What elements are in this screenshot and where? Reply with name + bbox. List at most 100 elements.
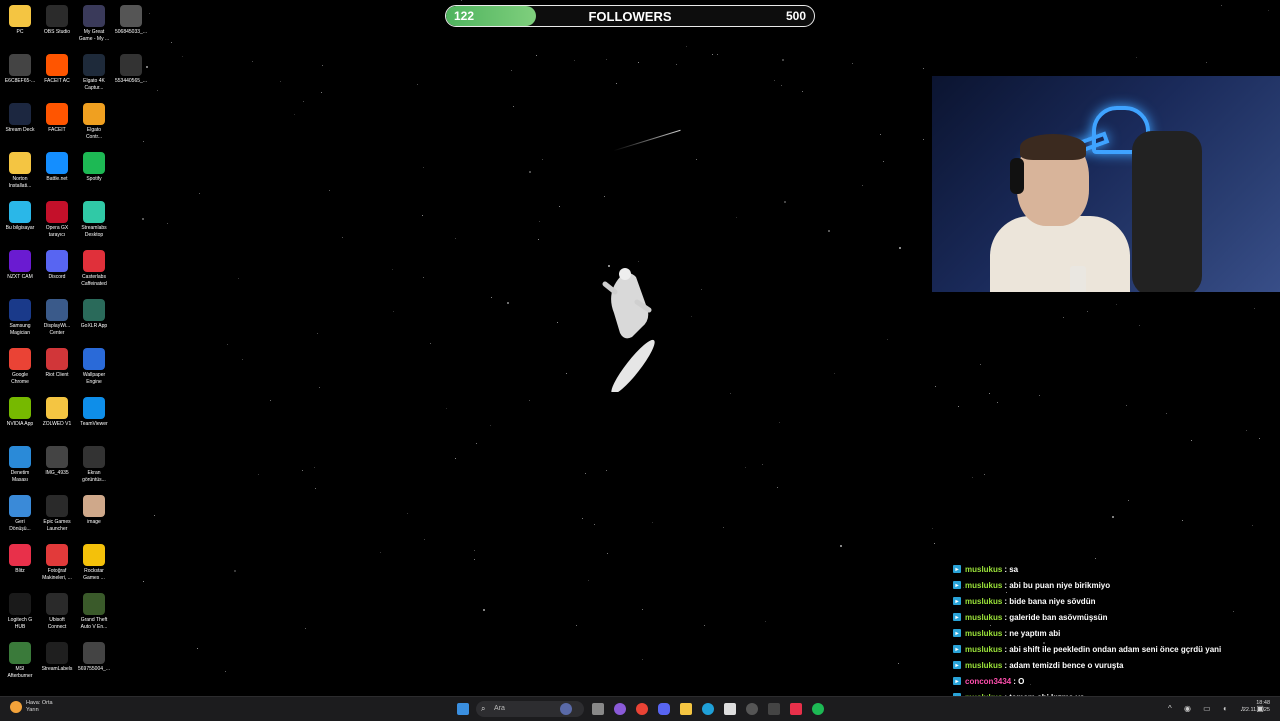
desktop-icon[interactable]: Discord <box>37 250 77 281</box>
shooting-star <box>613 129 681 152</box>
desktop-icon[interactable]: FACEIT <box>37 103 77 134</box>
star <box>528 400 530 402</box>
desktop-icon[interactable]: Ubisoft Connect <box>37 593 77 631</box>
desktop-icon[interactable]: PC <box>0 5 40 36</box>
desktop-icon[interactable]: 506845033_... <box>111 5 151 36</box>
star <box>696 158 698 160</box>
star <box>143 580 145 582</box>
desktop-icon[interactable]: Bu bilgisayar <box>0 201 40 232</box>
star <box>883 160 885 162</box>
desktop-icon[interactable]: 569755004_... <box>74 642 114 673</box>
desktop-icon[interactable]: Stream Deck <box>0 103 40 134</box>
widgets-icon[interactable] <box>560 703 572 715</box>
platform-icon: ▸ <box>953 629 961 637</box>
desktop-icon[interactable]: E6C8EF65-... <box>0 54 40 85</box>
chat-username: muslukus <box>965 612 1003 622</box>
folder-icon <box>9 5 31 27</box>
star <box>1165 413 1167 415</box>
streamer-shirt <box>990 216 1130 292</box>
desktop-icon[interactable]: Grand Theft Auto V En... <box>74 593 114 631</box>
4K-icon <box>83 54 105 76</box>
microphone <box>1070 266 1086 292</box>
desktop-icon[interactable]: Ekran görüntüs... <box>74 446 114 484</box>
chat-text: : galeride ban asövmüşsün <box>1004 612 1108 622</box>
desktop-icon[interactable]: Streamlabs Desktop <box>74 201 114 239</box>
weather-widget[interactable]: Hava: Orta Yarın <box>10 700 53 714</box>
chat-message: ▸ muslukus: ne yaptım abi <box>953 625 1273 641</box>
sl-icon <box>46 642 68 664</box>
spotify-icon[interactable] <box>812 703 824 715</box>
copilot-icon[interactable] <box>614 703 626 715</box>
chrome-icon <box>9 348 31 370</box>
desktop-icon[interactable]: Google Chrome <box>0 348 40 386</box>
start-icon[interactable] <box>457 703 469 715</box>
desktop-icon[interactable]: ZOLWED V1 <box>37 397 77 428</box>
star <box>934 543 936 545</box>
panel-icon <box>9 446 31 468</box>
desktop-icon[interactable]: Logitech G HUB <box>0 593 40 631</box>
msi-icon <box>9 642 31 664</box>
desktop-icon[interactable]: Rockstar Games ... <box>74 544 114 582</box>
desktop-icon[interactable]: Riot Client <box>37 348 77 379</box>
desktop-icon[interactable]: Battle.net <box>37 152 77 183</box>
desktop-icon[interactable]: Fotoğraf Makineleri, ... <box>37 544 77 582</box>
star <box>558 206 560 208</box>
star <box>305 627 307 629</box>
desktop-icon[interactable]: MSI Afterburner <box>0 642 40 680</box>
star <box>584 473 586 475</box>
chat-message: ▸ muslukus: abi shift ile peekledin ondan… <box>953 641 1273 657</box>
desktop-icon-label: Fotoğraf Makineleri, ... <box>42 568 72 581</box>
task-view-icon[interactable] <box>592 703 604 715</box>
desktop-icon[interactable]: NVIDIA App <box>0 397 40 428</box>
star <box>736 217 738 219</box>
desktop-icon[interactable]: Epic Games Launcher <box>37 495 77 533</box>
desktop-icon[interactable]: GoXLR App <box>74 299 114 330</box>
star <box>379 551 381 553</box>
desktop-icon[interactable]: Blitz <box>0 544 40 575</box>
obs-icon[interactable] <box>746 703 758 715</box>
star <box>1135 57 1137 59</box>
xbox-icon[interactable] <box>768 703 780 715</box>
desktop-icon[interactable]: DisplayWi... Center <box>37 299 77 337</box>
desktop-icon-label: Norton Installati... <box>8 176 32 189</box>
desktop-icon[interactable]: image <box>74 495 114 526</box>
blitz-icon[interactable] <box>790 703 802 715</box>
desktop-icon[interactable]: Geri Dönüşü... <box>0 495 40 533</box>
store-icon[interactable] <box>724 703 736 715</box>
desktop-icon-label: Ekran görüntüs... <box>82 470 106 483</box>
star <box>1116 304 1118 306</box>
star <box>641 659 643 661</box>
desktop-icon[interactable]: IMG_4935 <box>37 446 77 477</box>
webcam-overlay <box>932 76 1280 292</box>
desktop-icon[interactable]: Elgato Contr... <box>74 103 114 141</box>
clock[interactable]: 18:48 22.11.2025 <box>1243 700 1270 714</box>
edge-icon[interactable] <box>702 703 714 715</box>
desktop-icon[interactable]: Spotify <box>74 152 114 183</box>
star <box>899 246 902 249</box>
desktop-icon[interactable]: Opera GX tarayıcı <box>37 201 77 239</box>
clock-date: 22.11.2025 <box>1242 707 1270 713</box>
chrome-icon[interactable] <box>636 703 648 715</box>
chat-message: ▸ muslukus: adam temizdi bence o vuruşta <box>953 657 1273 673</box>
desktop-icon[interactable]: 553440565_... <box>111 54 151 85</box>
desktop-icon[interactable]: Norton Installati... <box>0 152 40 190</box>
desktop-icon[interactable]: TeamViewer <box>74 397 114 428</box>
discord-icon[interactable] <box>658 703 670 715</box>
desktop-icon[interactable]: Samsung Magician <box>0 299 40 337</box>
desktop-icon[interactable]: Casterlabs Caffeinated <box>74 250 114 288</box>
ring-icon <box>9 299 31 321</box>
desktop-icon[interactable]: FACEIT AC <box>37 54 77 85</box>
file-explorer-icon[interactable] <box>680 703 692 715</box>
desktop-icon[interactable]: Denetim Masası <box>0 446 40 484</box>
weather-icon <box>10 701 22 713</box>
desktop-icon[interactable]: NZXT CAM <box>0 250 40 281</box>
desktop-icon[interactable]: StreamLabels <box>37 642 77 673</box>
desktop-icon[interactable]: My Great Game - My ... <box>74 5 114 43</box>
desktop-icon[interactable]: OBS Studio <box>37 5 77 36</box>
desktop-icon[interactable]: Elgato 4K Captur... <box>74 54 114 92</box>
R-icon <box>83 544 105 566</box>
star <box>922 67 924 69</box>
ubi-icon <box>46 593 68 615</box>
desktop-icon[interactable]: Wallpaper Engine <box>74 348 114 386</box>
display-icon <box>46 299 68 321</box>
